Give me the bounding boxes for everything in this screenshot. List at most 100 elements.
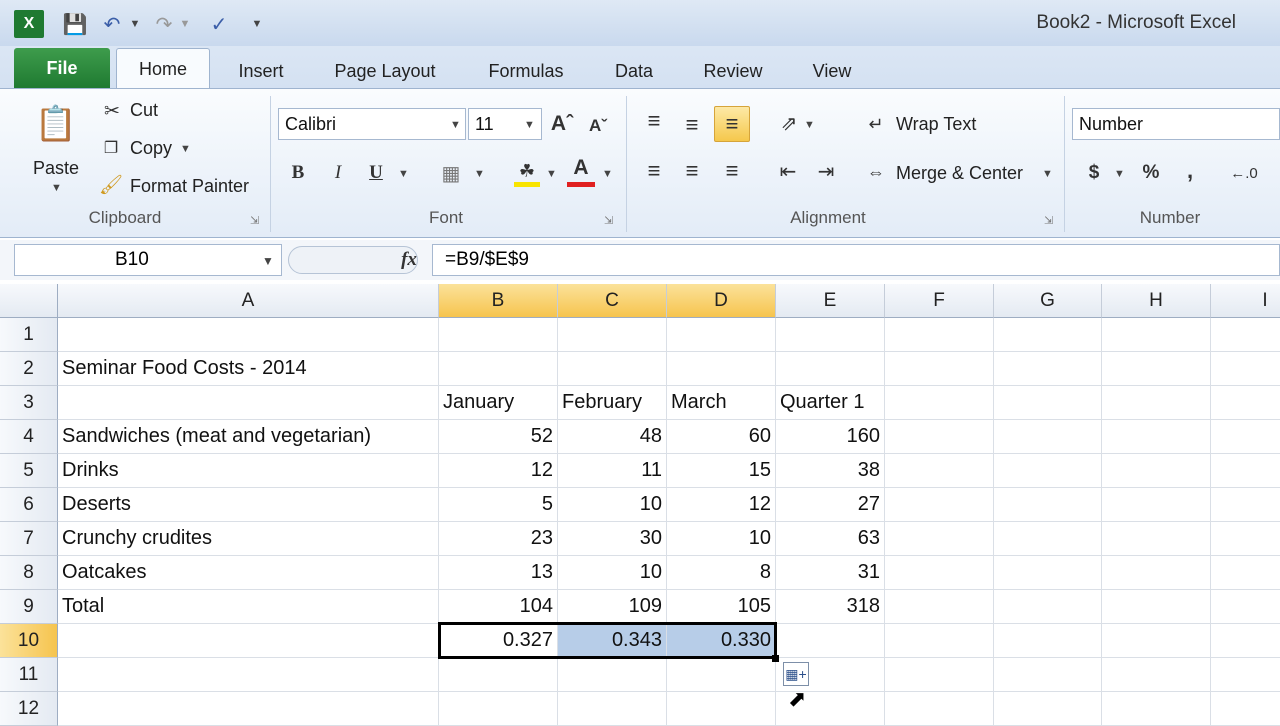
font-name-combo[interactable]: Calibri	[278, 108, 466, 140]
cell-f7[interactable]	[885, 522, 994, 556]
paste-dropdown-icon[interactable]: ▼	[51, 182, 62, 194]
cell-d4[interactable]: 60	[667, 420, 776, 454]
cell-g5[interactable]	[994, 454, 1102, 488]
format-painter-icon[interactable]: 🖌	[98, 174, 124, 196]
cell-d2[interactable]	[667, 352, 776, 386]
cell-d7[interactable]: 10	[667, 522, 776, 556]
cell-c6[interactable]: 10	[558, 488, 667, 522]
cell-i9[interactable]	[1211, 590, 1280, 624]
column-header-c[interactable]: C	[558, 284, 667, 318]
currency-button[interactable]: $	[1082, 158, 1106, 188]
cell-e10[interactable]	[776, 624, 885, 658]
cell-a10[interactable]	[58, 624, 439, 658]
column-header-i[interactable]: I	[1211, 284, 1280, 318]
cell-b11[interactable]	[439, 658, 558, 692]
cell-f12[interactable]	[885, 692, 994, 726]
cell-a9[interactable]: Total	[58, 590, 439, 624]
auto-fill-options-icon[interactable]: ▦+	[783, 662, 809, 686]
cell-h1[interactable]	[1102, 318, 1211, 352]
redo-icon[interactable]: ↷	[152, 10, 176, 38]
tab-insert[interactable]: Insert	[222, 54, 300, 88]
fill-color-dropdown-icon[interactable]: ▼	[546, 168, 557, 180]
cell-i4[interactable]	[1211, 420, 1280, 454]
cell-i6[interactable]	[1211, 488, 1280, 522]
cell-i10[interactable]	[1211, 624, 1280, 658]
row-header-4[interactable]: 4	[0, 420, 58, 454]
cell-a2[interactable]: Seminar Food Costs - 2014	[58, 352, 439, 386]
column-header-e[interactable]: E	[776, 284, 885, 318]
cell-d8[interactable]: 8	[667, 556, 776, 590]
middle-align-icon[interactable]: ≡	[676, 110, 708, 140]
cell-d6[interactable]: 12	[667, 488, 776, 522]
save-icon[interactable]: 💾	[60, 10, 90, 38]
cell-g9[interactable]	[994, 590, 1102, 624]
cell-g8[interactable]	[994, 556, 1102, 590]
cell-h2[interactable]	[1102, 352, 1211, 386]
cell-d5[interactable]: 15	[667, 454, 776, 488]
underline-button[interactable]: U	[362, 158, 390, 188]
percent-button[interactable]: %	[1136, 158, 1166, 188]
fill-handle[interactable]	[772, 655, 779, 662]
cell-c12[interactable]	[558, 692, 667, 726]
cell-g10[interactable]	[994, 624, 1102, 658]
cell-f6[interactable]	[885, 488, 994, 522]
top-align-icon[interactable]: ≡	[638, 106, 670, 136]
orientation-dropdown-icon[interactable]: ▼	[804, 119, 815, 131]
merge-center-icon[interactable]: ⇔	[862, 158, 890, 186]
cell-e1[interactable]	[776, 318, 885, 352]
cell-e7[interactable]: 63	[776, 522, 885, 556]
cell-i3[interactable]	[1211, 386, 1280, 420]
cell-h8[interactable]	[1102, 556, 1211, 590]
formula-input[interactable]: =B9/$E$9	[432, 244, 1280, 276]
increase-font-size-icon[interactable]: Aˆ	[548, 108, 576, 140]
cell-b3[interactable]: January	[439, 386, 558, 420]
cell-a11[interactable]	[58, 658, 439, 692]
row-header-8[interactable]: 8	[0, 556, 58, 590]
number-format-combo[interactable]: Number	[1072, 108, 1280, 140]
cell-i11[interactable]	[1211, 658, 1280, 692]
row-header-10[interactable]: 10	[0, 624, 58, 658]
cell-b4[interactable]: 52	[439, 420, 558, 454]
cell-i1[interactable]	[1211, 318, 1280, 352]
cell-b12[interactable]	[439, 692, 558, 726]
cell-i8[interactable]	[1211, 556, 1280, 590]
font-name-dropdown-icon[interactable]: ▼	[450, 119, 461, 131]
cell-a4[interactable]: Sandwiches (meat and vegetarian)	[58, 420, 439, 454]
font-size-dropdown-icon[interactable]: ▼	[524, 119, 535, 131]
customize-toolbar-icon[interactable]: ▼	[250, 10, 264, 38]
wrap-text-button[interactable]: Wrap Text	[896, 114, 976, 135]
borders-dropdown-icon[interactable]: ▼	[474, 168, 485, 180]
paste-icon[interactable]: 📋	[30, 96, 82, 152]
row-header-5[interactable]: 5	[0, 454, 58, 488]
merge-center-button[interactable]: Merge & Center	[896, 163, 1023, 184]
redo-dropdown-icon[interactable]: ▼	[178, 10, 192, 38]
cell-f5[interactable]	[885, 454, 994, 488]
cell-c4[interactable]: 48	[558, 420, 667, 454]
align-right-icon[interactable]: ≡	[716, 156, 748, 186]
cell-h11[interactable]	[1102, 658, 1211, 692]
cell-e5[interactable]: 38	[776, 454, 885, 488]
cell-g3[interactable]	[994, 386, 1102, 420]
cell-h5[interactable]	[1102, 454, 1211, 488]
cell-b5[interactable]: 12	[439, 454, 558, 488]
column-header-b[interactable]: B	[439, 284, 558, 318]
cell-b6[interactable]: 5	[439, 488, 558, 522]
cell-h10[interactable]	[1102, 624, 1211, 658]
cell-h9[interactable]	[1102, 590, 1211, 624]
align-left-icon[interactable]: ≡	[638, 156, 670, 186]
cell-d9[interactable]: 105	[667, 590, 776, 624]
cell-h4[interactable]	[1102, 420, 1211, 454]
cell-c5[interactable]: 11	[558, 454, 667, 488]
merge-center-dropdown-icon[interactable]: ▼	[1042, 168, 1053, 180]
cell-b8[interactable]: 13	[439, 556, 558, 590]
cell-d1[interactable]	[667, 318, 776, 352]
cell-a3[interactable]	[58, 386, 439, 420]
borders-icon[interactable]: ▦	[436, 158, 466, 188]
comma-style-button[interactable]: ,	[1178, 156, 1202, 186]
insert-function-button[interactable]: fx	[394, 246, 424, 274]
cell-g11[interactable]	[994, 658, 1102, 692]
decrease-indent-icon[interactable]: ⇤	[772, 156, 804, 186]
cell-f3[interactable]	[885, 386, 994, 420]
column-header-a[interactable]: A	[58, 284, 439, 318]
underline-dropdown-icon[interactable]: ▼	[398, 168, 409, 180]
